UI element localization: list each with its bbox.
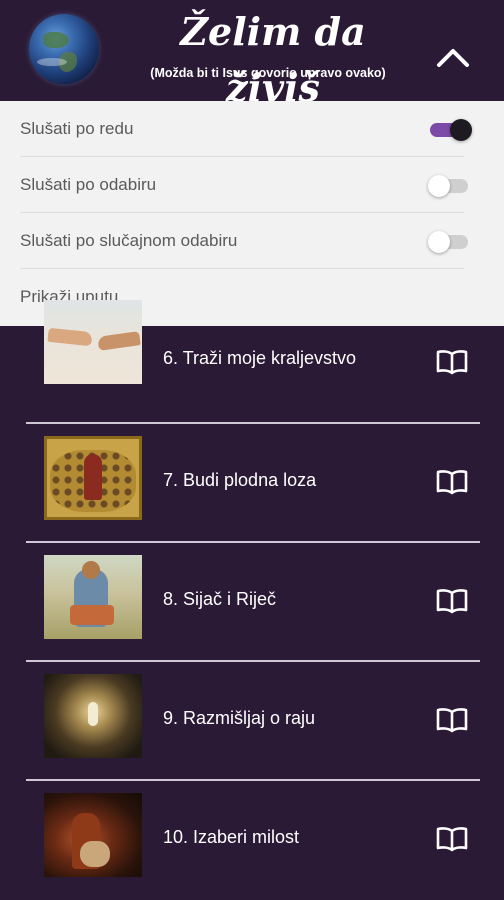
open-book-icon [436,350,468,375]
read-button[interactable] [434,344,470,380]
menu-item-listen-in-order[interactable]: Slušati po redu [0,101,504,157]
menu-item-listen-by-selection[interactable]: Slušati po odabiru [0,157,504,213]
list-item[interactable]: 10. Izaberi milost [26,779,480,897]
list-item-title: 6. Traži moje kraljevstvo [163,348,357,368]
open-book-icon [436,470,468,495]
menu-item-label: Slušati po odabiru [20,175,157,194]
app-subtitle: (Možda bi ti Isus govorio upravo ovako) [150,66,386,80]
list-item[interactable]: 6. Traži moje kraljevstvo [26,286,480,404]
read-button[interactable] [434,464,470,500]
menu-item-listen-random[interactable]: Slušati po slučajnom odabiru [0,213,504,269]
list-item-title: 9. Razmišljaj o raju [163,708,316,728]
open-book-icon [436,827,468,852]
divider [26,422,480,424]
divider [26,541,480,543]
list-item[interactable]: 9. Razmišljaj o raju [26,660,480,778]
collapse-menu-button[interactable] [428,34,478,80]
divider [26,779,480,781]
prodigal-son-image [44,793,142,877]
open-book-icon [436,708,468,733]
creation-of-adam-image [44,300,142,384]
vine-icon-image [44,436,142,520]
list-item-title: 8. Sijač i Riječ [163,589,277,609]
menu-item-label: Slušati po redu [20,119,134,138]
app-title: Želim da živiš [180,9,366,110]
list-item[interactable]: 7. Budi plodna loza [26,422,480,540]
list-item-title: 10. Izaberi milost [163,827,300,847]
menu-item-label: Slušati po slučajnom odabiru [20,231,238,250]
open-book-icon [436,589,468,614]
divider [26,660,480,662]
toggle-listen-in-order[interactable] [428,119,474,141]
toggle-listen-random[interactable] [428,231,474,253]
read-button[interactable] [434,821,470,857]
read-button[interactable] [434,583,470,619]
sower-image [44,555,142,639]
read-button[interactable] [434,702,470,738]
toggle-listen-by-selection[interactable] [428,175,474,197]
globe-logo [29,14,99,84]
app-header: Želim da živiš (Možda bi ti Isus govorio… [0,0,504,110]
list-item[interactable]: 8. Sijač i Riječ [26,541,480,659]
paradise-image [44,674,142,758]
list-item-title: 7. Budi plodna loza [163,470,317,490]
chevron-up-icon [437,49,469,67]
